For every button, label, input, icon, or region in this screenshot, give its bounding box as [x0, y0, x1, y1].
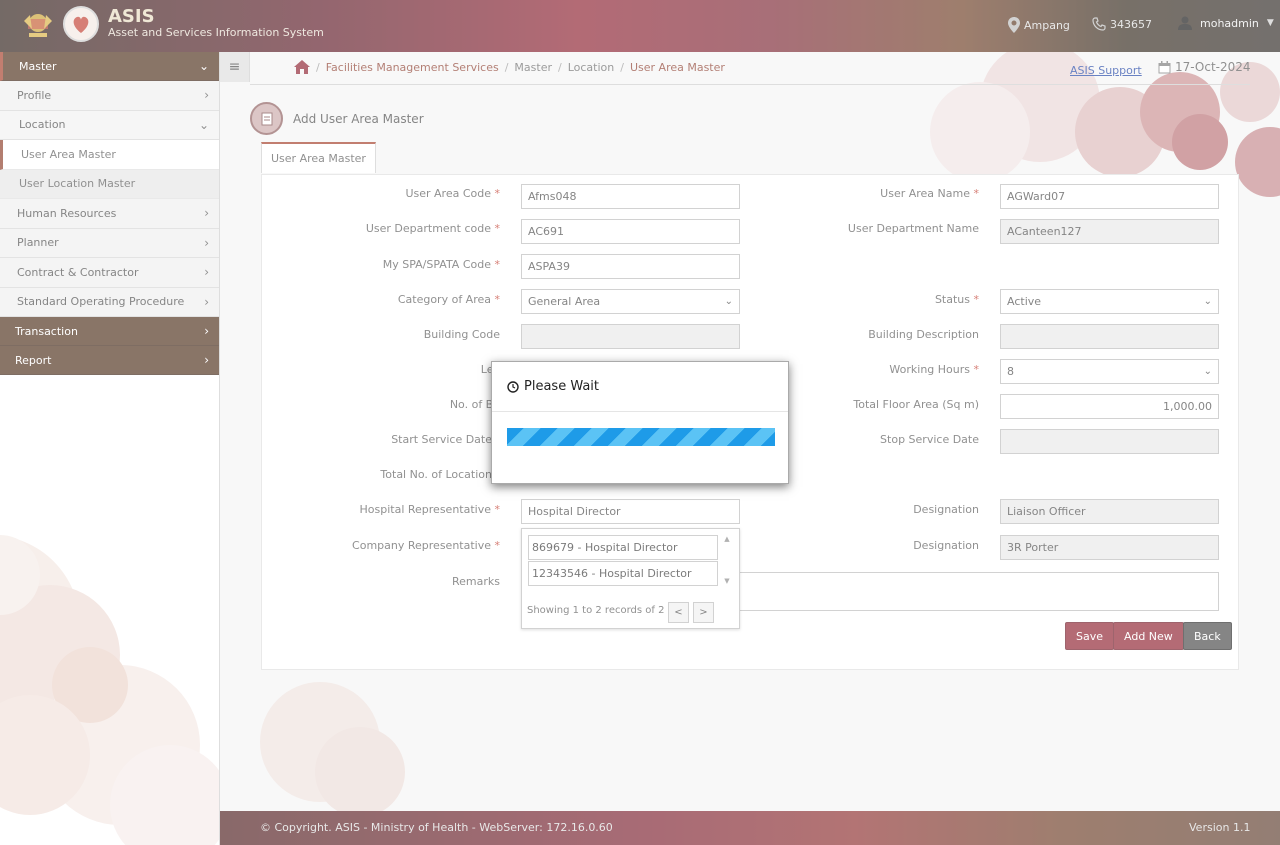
modal-header: Please Wait [492, 362, 788, 412]
modal-title: Please Wait [524, 379, 600, 394]
please-wait-modal: Please Wait [491, 361, 789, 484]
progress-bar [507, 428, 775, 446]
clock-icon [507, 380, 519, 393]
